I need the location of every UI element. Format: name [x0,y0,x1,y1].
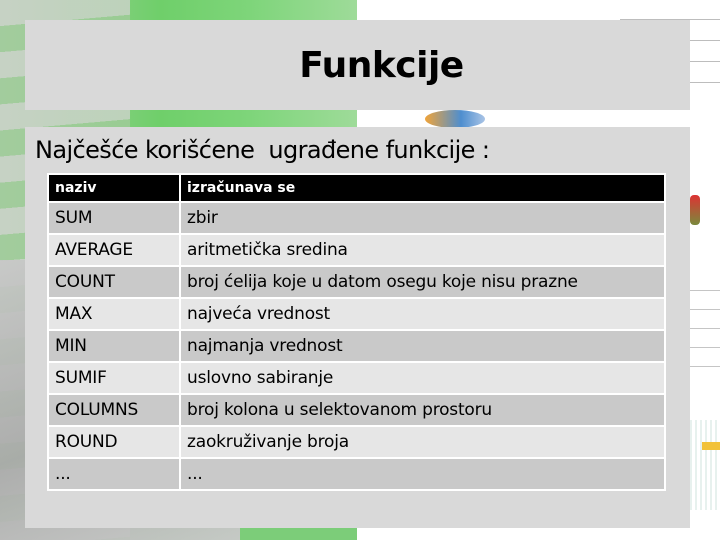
function-description: zbir [179,201,666,235]
function-description: zaokruživanje broja [179,425,666,459]
function-name: AVERAGE [47,233,181,267]
background-gridlines [690,290,720,390]
function-description: aritmetička sredina [179,233,666,267]
function-description: broj kolona u selektovanom prostoru [179,393,666,427]
function-name: MIN [47,329,181,363]
table-row: SUM zbir [47,201,666,235]
table-row: MAX najveća vrednost [47,297,666,331]
header-name: naziv [47,173,181,203]
function-name: MAX [47,297,181,331]
background-chart-marker [690,195,700,225]
background-pie-chart [425,110,485,128]
table-header-row: naziv izračunava se [47,173,666,203]
function-name: ROUND [47,425,181,459]
table-row: COLUMNS broj kolona u selektovanom prost… [47,393,666,427]
table-row: AVERAGE aritmetička sredina [47,233,666,267]
function-name: SUMIF [47,361,181,395]
function-name: COLUMNS [47,393,181,427]
function-name: COUNT [47,265,181,299]
title-panel: Funkcije [25,20,690,110]
content-panel: Najčešće korišćene ugrađene funkcije : n… [25,127,690,528]
header-description: izračunava se [179,173,666,203]
function-name: ... [47,457,181,491]
table-row: SUMIF uslovno sabiranje [47,361,666,395]
function-description: uslovno sabiranje [179,361,666,395]
function-description: ... [179,457,666,491]
function-description: najmanja vrednost [179,329,666,363]
functions-table: naziv izračunava se SUM zbir AVERAGE ari… [47,173,666,491]
function-description: najveća vrednost [179,297,666,331]
table-row: COUNT broj ćelija koje u datom osegu koj… [47,265,666,299]
slide-subtitle: Najčešće korišćene ugrađene funkcije : [35,136,490,164]
background-mini-chart [690,420,720,510]
function-name: SUM [47,201,181,235]
function-description: broj ćelija koje u datom osegu koje nisu… [179,265,666,299]
table-row: ... ... [47,457,666,491]
slide-title: Funkcije [299,44,464,86]
table-row: ROUND zaokruživanje broja [47,425,666,459]
background-chart-label [702,442,720,450]
table-row: MIN najmanja vrednost [47,329,666,363]
